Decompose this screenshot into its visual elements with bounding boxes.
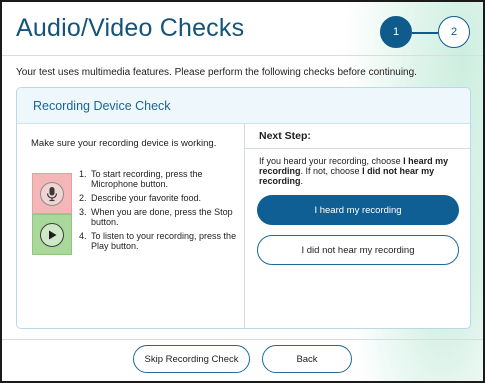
back-button[interactable]: Back bbox=[262, 345, 352, 373]
footer-divider bbox=[2, 339, 483, 340]
list-item-number: 3. bbox=[79, 207, 87, 217]
play-button[interactable] bbox=[32, 214, 72, 255]
guidance-text-2: . If not, choose bbox=[300, 166, 363, 176]
guidance-text-1: If you heard your recording, choose bbox=[259, 156, 404, 166]
app-window: Audio/Video Checks 1 2 Your test uses mu… bbox=[0, 0, 485, 383]
skip-recording-check-button[interactable]: Skip Recording Check bbox=[133, 345, 250, 373]
list-item-text: When you are done, press the Stop button… bbox=[91, 207, 233, 227]
heard-recording-button[interactable]: I heard my recording bbox=[257, 195, 459, 225]
list-item: 1. To start recording, press the Microph… bbox=[79, 169, 239, 189]
recorder-controls bbox=[32, 173, 72, 255]
microphone-button[interactable] bbox=[32, 173, 72, 214]
list-item: 2. Describe your favorite food. bbox=[79, 193, 239, 203]
intro-text: Your test uses multimedia features. Plea… bbox=[16, 67, 417, 78]
next-step-panel: Next Step: If you heard your recording, … bbox=[245, 124, 470, 328]
list-item-text: To start recording, press the Microphone… bbox=[91, 169, 203, 189]
list-item: 3. When you are done, press the Stop but… bbox=[79, 207, 239, 227]
header-divider bbox=[2, 55, 483, 56]
card-title: Recording Device Check bbox=[17, 88, 470, 124]
list-item-text: To listen to your recording, press the P… bbox=[91, 231, 237, 251]
progress-stepper: 1 2 bbox=[380, 16, 470, 50]
list-item-number: 2. bbox=[79, 193, 87, 203]
recording-steps-list: 1. To start recording, press the Microph… bbox=[79, 169, 239, 255]
list-item-number: 4. bbox=[79, 231, 87, 241]
page-title: Audio/Video Checks bbox=[16, 14, 245, 42]
step-2-indicator: 2 bbox=[438, 16, 470, 48]
guidance-text-3: . bbox=[300, 176, 304, 186]
next-step-divider bbox=[245, 148, 470, 149]
list-item: 4. To listen to your recording, press th… bbox=[79, 231, 239, 251]
did-not-hear-recording-button[interactable]: I did not hear my recording bbox=[257, 235, 459, 265]
list-item-number: 1. bbox=[79, 169, 87, 179]
next-step-heading: Next Step: bbox=[259, 130, 311, 142]
instruction-text: Make sure your recording device is worki… bbox=[31, 138, 217, 149]
stepper-connector bbox=[412, 32, 438, 34]
recording-check-card: Recording Device Check Make sure your re… bbox=[16, 87, 471, 329]
instructions-panel: Make sure your recording device is worki… bbox=[17, 124, 245, 328]
step-1-indicator: 1 bbox=[380, 16, 412, 48]
next-step-guidance: If you heard your recording, choose I he… bbox=[259, 156, 465, 186]
list-item-text: Describe your favorite food. bbox=[91, 193, 202, 203]
play-icon bbox=[40, 222, 64, 247]
microphone-icon bbox=[40, 181, 64, 206]
